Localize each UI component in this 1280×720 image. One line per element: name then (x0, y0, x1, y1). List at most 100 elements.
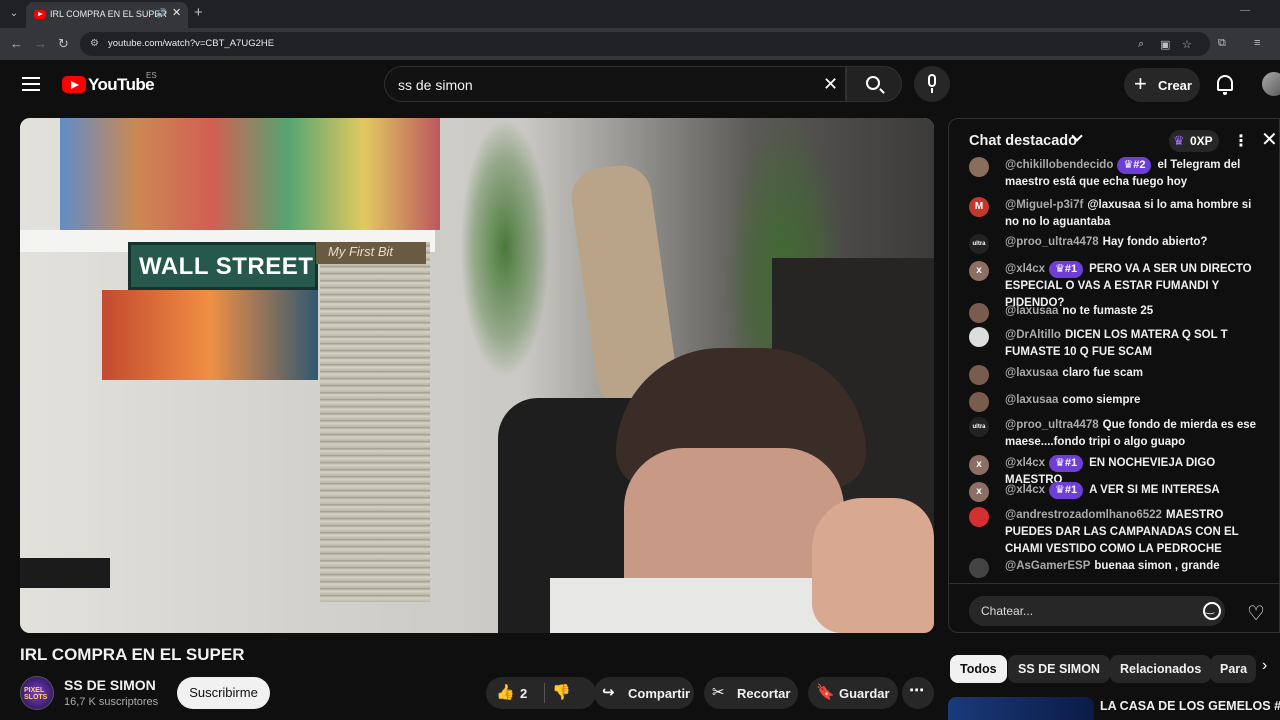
logo-text: YouTube (88, 75, 155, 94)
chat-author-avatar[interactable] (969, 157, 989, 177)
chip-ss-de-simon[interactable]: SS DE SIMON (1008, 655, 1110, 683)
chat-author-avatar[interactable]: ultra (969, 417, 989, 437)
chat-author-name[interactable]: @xl4cx (1005, 457, 1045, 469)
browser-tabbar: ⌄ IRL COMPRA EN EL SUPER 🔊 ✕ + — (0, 0, 1280, 28)
chat-author-name[interactable]: @proo_ultra4478 (1005, 236, 1099, 248)
reading-list-icon[interactable]: ≡ (1254, 37, 1260, 49)
chat-message-body: @proo_ultra4478 Hay fondo abierto? (1005, 234, 1265, 251)
chat-message-text: no te fumaste 25 (1062, 305, 1154, 317)
share-label: Compartir (628, 686, 691, 701)
subscribe-button[interactable]: Suscribirme (177, 677, 270, 709)
chat-input-area: Chatear... ♡ (949, 583, 1279, 632)
minimize-icon[interactable]: — (1240, 5, 1250, 16)
chat-author-avatar[interactable] (969, 392, 989, 412)
chat-author-name[interactable]: @DrAltillo (1005, 329, 1061, 341)
chat-message-body: @DrAltillo DICEN LOS MATERA Q SOL T FUMAS… (1005, 327, 1265, 361)
recommended-thumbnail[interactable] (948, 697, 1094, 720)
chat-author-name[interactable]: @proo_ultra4478 (1005, 419, 1099, 431)
close-chat-icon[interactable]: ✕ (1261, 127, 1278, 152)
notifications-bell-icon[interactable] (1217, 75, 1233, 95)
video-title: IRL COMPRA EN EL SUPER (20, 645, 245, 664)
clip-button[interactable]: ✂ Recortar (704, 677, 798, 709)
url-text: youtube.com/watch?v=CBT_A7UG2HE (108, 38, 275, 49)
chat-author-avatar[interactable] (969, 303, 989, 323)
extensions-icon[interactable]: ⧉ (1218, 37, 1226, 50)
youtube-header: YouTube ES ss de simon ✕ + Crear (0, 60, 1280, 110)
audio-playing-icon[interactable]: 🔊 (156, 8, 167, 19)
heart-icon[interactable]: ♡ (1247, 601, 1265, 626)
install-app-icon[interactable]: ▣ (1160, 38, 1170, 51)
subscriber-count: 16,7 K suscriptores (64, 696, 159, 708)
chat-author-name[interactable]: @AsGamerESP (1005, 560, 1090, 572)
chat-message-text: claro fue scam (1062, 367, 1143, 379)
menu-icon[interactable] (22, 77, 40, 91)
more-horizontal-icon: ⋯ (909, 682, 924, 699)
chat-author-name[interactable]: @laxusaa (1005, 367, 1058, 379)
chat-author-avatar[interactable]: x (969, 261, 989, 281)
country-code: ES (146, 71, 157, 80)
chat-author-name[interactable]: @xl4cx (1005, 484, 1045, 496)
url-field[interactable]: ⚙ youtube.com/watch?v=CBT_A7UG2HE ⌕ ▣ ☆ (80, 32, 1210, 56)
dislike-icon[interactable]: 👎 (552, 683, 571, 701)
chat-message-text: buenaa simon , grande (1094, 560, 1220, 572)
more-options-icon[interactable]: ⋮ (1233, 131, 1249, 151)
chat-author-avatar[interactable]: x (969, 482, 989, 502)
address-bar: ← → ↻ ⚙ youtube.com/watch?v=CBT_A7UG2HE … (0, 28, 1280, 60)
tab-title: IRL COMPRA EN EL SUPER (50, 9, 167, 19)
zoom-icon[interactable]: ⌕ (1138, 38, 1144, 51)
chat-input[interactable]: Chatear... (969, 596, 1225, 626)
forward-icon[interactable]: → (34, 36, 47, 51)
account-avatar[interactable] (1262, 72, 1280, 96)
youtube-play-icon (62, 76, 86, 93)
voice-search-button[interactable] (914, 66, 950, 102)
plus-icon: + (1134, 71, 1147, 96)
search-input[interactable]: ss de simon ✕ (384, 66, 846, 102)
tab-close-icon[interactable]: ✕ (172, 6, 181, 19)
browser-tab[interactable]: IRL COMPRA EN EL SUPER 🔊 ✕ (26, 2, 188, 28)
chat-author-name[interactable]: @andrestrozadomlhano6522 (1005, 509, 1162, 521)
chat-author-avatar[interactable] (969, 327, 989, 347)
chat-author-avatar[interactable]: x (969, 455, 989, 475)
chat-author-name[interactable]: @chikillobendecido (1005, 159, 1113, 171)
like-icon[interactable]: 👍 (496, 683, 515, 701)
chat-author-avatar[interactable] (969, 507, 989, 527)
chat-placeholder: Chatear... (981, 604, 1034, 618)
chat-message-body: @proo_ultra4478 Que fondo de mierda es es… (1005, 417, 1265, 451)
chat-message-body: @xl4cx ♛#1 A VER SI ME INTERESA (1005, 482, 1265, 499)
chat-author-avatar[interactable]: ultra (969, 234, 989, 254)
chat-author-name[interactable]: @Miguel-p3i7f (1005, 199, 1083, 211)
chat-author-avatar[interactable] (969, 558, 989, 578)
more-actions-button[interactable]: ⋯ (902, 677, 934, 709)
chip-relacionados[interactable]: Relacionados (1110, 655, 1212, 683)
chat-author-avatar[interactable]: M (969, 197, 989, 217)
microphone-icon (928, 74, 936, 87)
channel-name[interactable]: SS DE SIMON (64, 677, 156, 693)
chat-author-name[interactable]: @laxusaa (1005, 305, 1058, 317)
back-icon[interactable]: ← (10, 36, 23, 51)
reload-icon[interactable]: ↻ (58, 36, 69, 52)
chip-para[interactable]: Para (1210, 655, 1256, 683)
chat-author-name[interactable]: @xl4cx (1005, 263, 1045, 275)
chat-message-text: Hay fondo abierto? (1102, 236, 1208, 248)
xp-badge[interactable]: ♛ 0XP (1169, 130, 1219, 152)
chat-title[interactable]: Chat destacado (969, 133, 1077, 149)
save-button[interactable]: 🔖 Guardar (808, 677, 898, 709)
share-button[interactable]: ↪ Compartir (594, 677, 694, 709)
clear-search-icon[interactable]: ✕ (823, 74, 838, 95)
tab-search-icon[interactable]: ⌄ (6, 6, 22, 22)
chip-todos[interactable]: Todos (950, 655, 1007, 683)
recommended-title[interactable]: LA CASA DE LOS GEMELOS #2 | (1100, 699, 1280, 713)
chevron-right-icon[interactable]: › (1262, 657, 1267, 675)
video-player[interactable]: WALL STREET My First Bit (20, 118, 934, 633)
channel-avatar[interactable]: PIXEL SLOTS (20, 676, 54, 710)
emoji-icon[interactable] (1203, 602, 1221, 620)
bookmark-star-icon[interactable]: ☆ (1182, 38, 1192, 51)
chat-author-name[interactable]: @laxusaa (1005, 394, 1058, 406)
chat-message-body: @laxusaa claro fue scam (1005, 365, 1265, 382)
new-tab-icon[interactable]: + (194, 4, 203, 21)
search-button[interactable] (846, 66, 902, 102)
site-info-icon[interactable]: ⚙ (90, 38, 99, 49)
chat-message-body: @andrestrozadomlhano6522 MAESTRO PUEDES D… (1005, 507, 1265, 558)
create-button[interactable]: + Crear (1124, 68, 1200, 102)
chat-author-avatar[interactable] (969, 365, 989, 385)
